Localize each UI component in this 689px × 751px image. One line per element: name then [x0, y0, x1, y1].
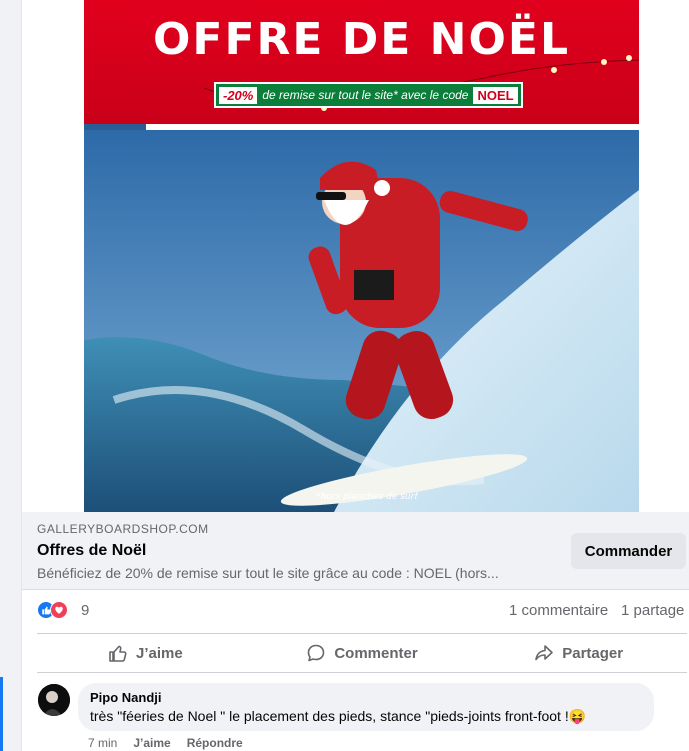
comment-author[interactable]: Pipo Nandji: [90, 690, 642, 705]
comment-reply-link[interactable]: Répondre: [187, 736, 243, 750]
love-reaction-icon: [50, 601, 68, 619]
comment-count[interactable]: 1 commentaire: [509, 602, 608, 619]
like-label: J’aime: [135, 644, 183, 662]
link-title[interactable]: Offres de Noël: [37, 542, 146, 560]
divider: [37, 672, 687, 673]
reaction-count[interactable]: 9: [81, 602, 89, 619]
promo-strip: -20% de remise sur tout le site* avec le…: [214, 82, 523, 108]
comment-text: très "féeries de Noel " le placement des…: [90, 708, 587, 724]
comment-time[interactable]: 7 min: [88, 736, 117, 750]
discount-badge: -20%: [219, 86, 258, 104]
reaction-summary: 9 1 commentaire 1 partage: [37, 598, 687, 622]
page-left-margin: [0, 0, 22, 751]
comment-bubble-icon: [308, 644, 325, 662]
comment-button[interactable]: Commenter: [254, 634, 471, 672]
promo-code: NOEL: [473, 86, 518, 104]
thumbs-up-icon: [109, 645, 127, 662]
share-arrow-icon: [535, 645, 554, 661]
promo-text: de remise sur tout le site* avec le code: [262, 88, 469, 102]
ad-image[interactable]: OFFRE DE NOËL -20% de remise sur tout le…: [84, 0, 639, 512]
comment-meta: 7 min J’aime Répondre: [88, 736, 243, 750]
share-count[interactable]: 1 partage: [621, 602, 684, 619]
link-domain: GALLERYBOARDSHOP.COM: [37, 522, 209, 536]
order-button[interactable]: Commander: [571, 533, 686, 569]
banner-title: OFFRE DE NOËL: [153, 14, 570, 65]
share-button[interactable]: Partager: [470, 634, 687, 672]
like-button[interactable]: J’aime: [37, 634, 254, 672]
comment-bubble: Pipo Nandji très "féeries de Noel " le p…: [78, 683, 654, 731]
post-card: OFFRE DE NOËL -20% de remise sur tout le…: [22, 0, 689, 751]
link-preview[interactable]: GALLERYBOARDSHOP.COM Offres de Noël Béné…: [22, 512, 689, 590]
link-description: Bénéficiez de 20% de remise sur tout le …: [37, 565, 499, 581]
comment-focus-indicator: [0, 677, 3, 751]
comment-like-link[interactable]: J’aime: [133, 736, 170, 750]
banner-footnote: *hors planches de surf: [316, 492, 418, 502]
avatar[interactable]: [38, 684, 70, 716]
share-label: Partager: [562, 644, 624, 662]
santa-surfing-illustration: [84, 130, 639, 512]
post-actions: J’aime Commenter Partager: [37, 634, 687, 672]
comment-label: Commenter: [334, 644, 418, 662]
